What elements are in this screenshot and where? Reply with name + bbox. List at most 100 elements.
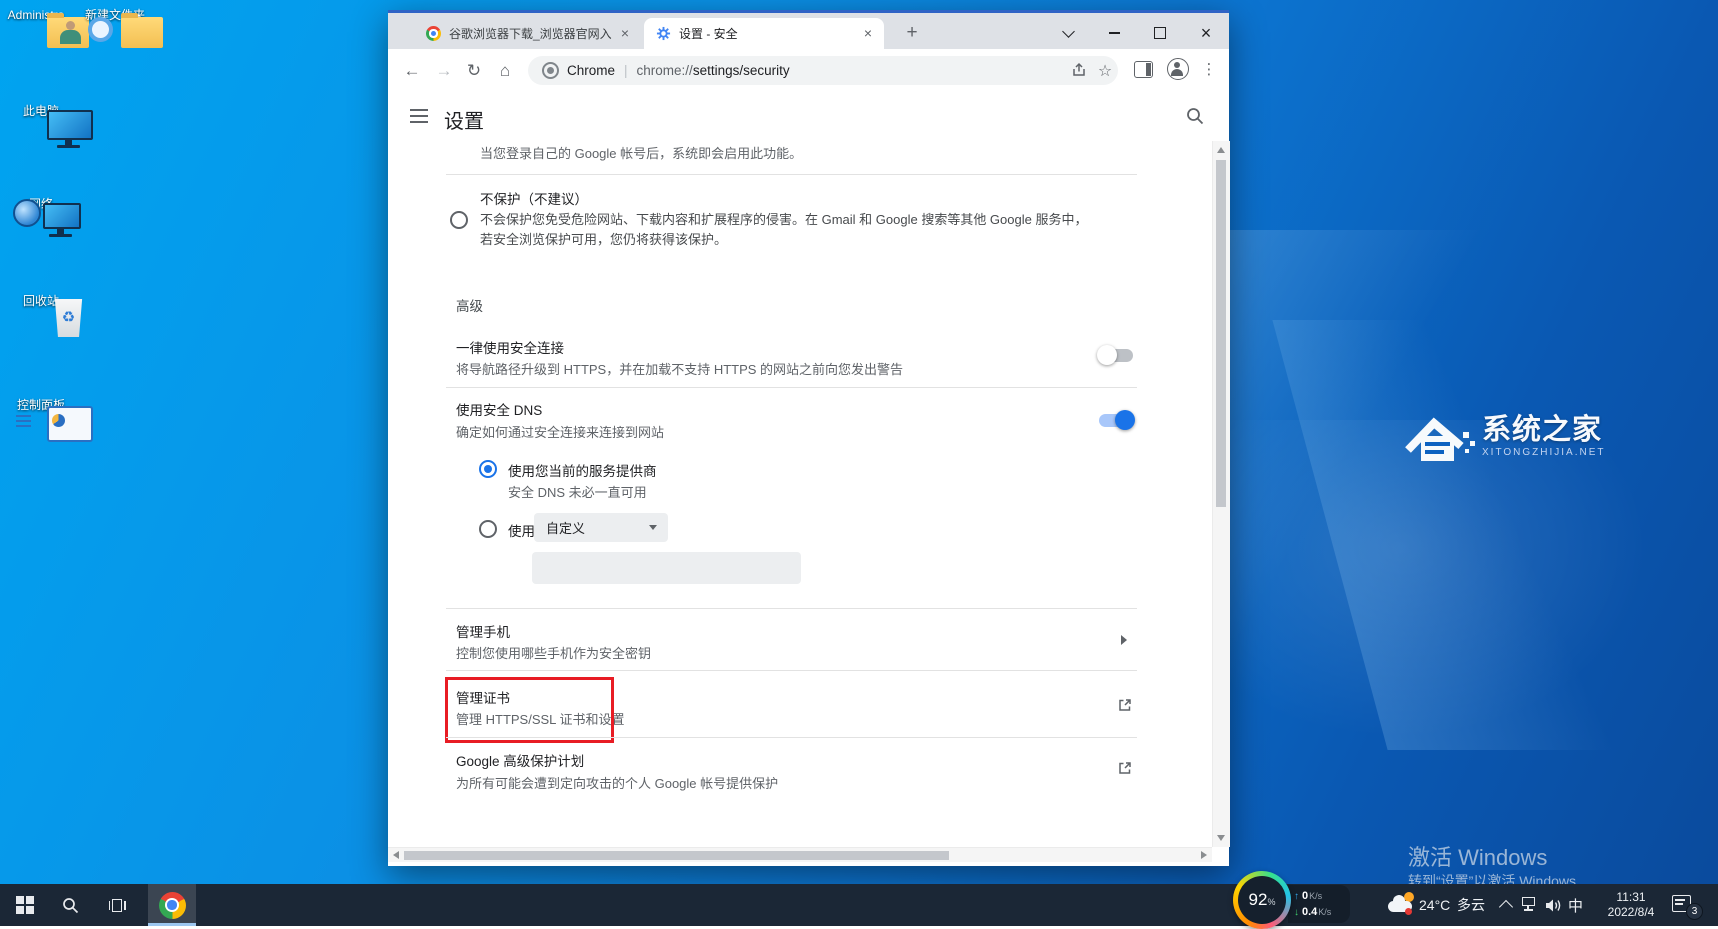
dns-custom-input[interactable] [532,552,801,584]
desktop-icon-this-pc[interactable]: 此电脑 [2,104,93,148]
desktop-icon-control-panel[interactable]: 控制面板 [2,398,93,442]
task-view-icon [108,898,126,912]
ime-indicator[interactable]: 中 [1568,884,1583,926]
speed-ball-widget[interactable]: 92 % [1233,871,1291,929]
house-logo-icon [1405,417,1475,461]
chevron-down-icon [649,525,657,530]
horizontal-scroll-thumb[interactable] [404,851,949,860]
https-only-title: 一律使用安全连接 [456,341,564,356]
window-footer [388,862,1229,866]
notification-badge[interactable]: 3 [1686,903,1703,920]
weather-temp[interactable]: 24°C [1419,884,1450,926]
dns-provider-sublabel: 安全 DNS 未必一直可用 [508,485,647,500]
taskbar-chrome-button[interactable] [148,884,196,926]
chrome-favicon-icon [426,26,441,41]
close-button[interactable]: × [1191,21,1221,45]
search-icon [62,897,78,913]
share-icon[interactable] [1066,62,1092,80]
forward-button[interactable]: → [430,57,458,85]
network-speed-panel[interactable]: ↑ 0 K/s ↓ 0.4 K/s [1288,885,1350,923]
tab-settings-security[interactable]: 设置 - 安全 × [644,18,884,49]
browser-window: 谷歌浏览器下载_浏览器官网入口 × 设置 - 安全 × + × ← → ↻ ⌂ … [388,10,1230,866]
chevron-right-icon[interactable] [1121,635,1127,645]
https-only-toggle[interactable] [1097,345,1133,365]
address-bar[interactable]: Chrome | chrome:// settings/security ☆ [528,56,1118,85]
secure-dns-title: 使用安全 DNS [456,403,543,418]
tab-close-icon[interactable]: × [860,25,876,42]
brand-title: 系统之家 [1482,414,1603,446]
browser-menu-icon[interactable]: ⋮ [1201,56,1217,84]
upload-arrow-icon: ↑ [1294,890,1299,902]
row-divider [446,608,1137,609]
side-panel-icon[interactable] [1134,61,1153,78]
tab-download-page[interactable]: 谷歌浏览器下载_浏览器官网入口 × [416,18,641,49]
row-divider [446,737,1137,738]
maximize-button[interactable] [1145,21,1175,45]
desktop-icon-recycle-bin[interactable]: ♻ 回收站 [2,294,83,337]
vertical-scroll-thumb[interactable] [1216,160,1226,507]
recycle-glyph-icon: ♻ [61,309,76,326]
advanced-protection-title[interactable]: Google 高级保护计划 [456,750,584,770]
back-button[interactable]: ← [398,57,426,85]
search-icon[interactable] [1186,107,1204,125]
download-value: 0.4 [1302,906,1318,918]
horizontal-scrollbar[interactable] [388,847,1212,863]
site-label: Chrome [567,63,616,78]
windows-logo-icon [16,896,34,914]
new-tab-button[interactable]: + [900,22,924,46]
menu-hamburger-icon[interactable] [410,109,428,123]
desktop-icon-new-folder[interactable]: 新建文件夹 [76,8,163,48]
dns-provider-label: 使用您当前的服务提供商 [508,464,657,479]
network-status-icon[interactable] [1522,897,1538,912]
chrome-icon [158,891,186,919]
reload-button[interactable]: ↻ [460,57,488,85]
external-link-icon[interactable] [1118,698,1132,712]
external-link-icon[interactable] [1118,761,1132,775]
dns-provider-radio[interactable] [479,460,497,478]
advanced-section-header: 高级 [456,299,483,314]
tray-expand-icon[interactable] [1498,899,1514,915]
tab-strip: 谷歌浏览器下载_浏览器官网入口 × 设置 - 安全 × + × [388,13,1229,49]
task-view-button[interactable] [95,884,139,926]
volume-icon[interactable] [1545,898,1562,913]
activate-windows-line1: 激活 Windows [1408,845,1548,870]
tab-search-chevron-icon[interactable] [1053,21,1083,45]
upload-unit: K/s [1309,891,1323,901]
minimize-button[interactable] [1099,21,1129,45]
weather-desc[interactable]: 多云 [1457,884,1485,926]
url-path: settings/security [692,63,790,78]
settings-gear-icon [656,26,671,41]
taskbar: 92 % ↑ 0 K/s ↓ 0.4 K/s 24°C 多云 中 11:31 2… [0,871,1718,929]
download-unit: K/s [1318,907,1332,917]
scroll-left-icon[interactable] [393,851,399,859]
tab-close-icon[interactable]: × [617,25,633,42]
vertical-scrollbar[interactable] [1212,141,1230,847]
manage-phones-title[interactable]: 管理手机 [456,621,510,641]
brand-subtitle: XITONGZHIJIA.NET [1482,447,1606,458]
taskbar-search-button[interactable] [48,884,92,926]
no-protection-radio[interactable] [450,211,468,229]
tab-title: 设置 - 安全 [679,27,738,41]
scroll-up-icon[interactable] [1217,147,1225,153]
advanced-protection-subtitle: 为所有可能会遭到定向攻击的个人 Google 帐号提供保护 [456,776,779,791]
secure-dns-toggle[interactable] [1099,410,1135,430]
desktop-icon-administrator[interactable]: Administra... [2,8,89,48]
site-chrome-icon [542,62,559,79]
row-divider [446,174,1137,175]
start-button[interactable] [3,884,47,926]
weather-icon[interactable] [1388,892,1414,915]
dns-custom-radio[interactable] [479,520,497,538]
home-button[interactable]: ⌂ [491,57,519,85]
settings-content: 当您登录自己的 Google 帐号后，系统即会启用此功能。 不保护（不建议） 不… [388,141,1212,847]
address-divider: | [624,63,628,78]
desktop-icon-network[interactable]: 网络 [2,197,81,237]
bookmark-star-icon[interactable]: ☆ [1092,61,1118,81]
profile-avatar-icon[interactable] [1167,58,1189,80]
taskbar-clock[interactable]: 11:31 2022/8/4 [1595,884,1667,926]
scroll-down-icon[interactable] [1217,835,1225,841]
settings-header: 设置 [388,92,1229,142]
brand-watermark: 系统之家 XITONGZHIJIA.NET [1404,414,1606,466]
scroll-right-icon[interactable] [1201,851,1207,859]
dns-custom-dropdown[interactable]: 自定义 [534,513,668,542]
download-arrow-icon: ↓ [1294,906,1299,918]
